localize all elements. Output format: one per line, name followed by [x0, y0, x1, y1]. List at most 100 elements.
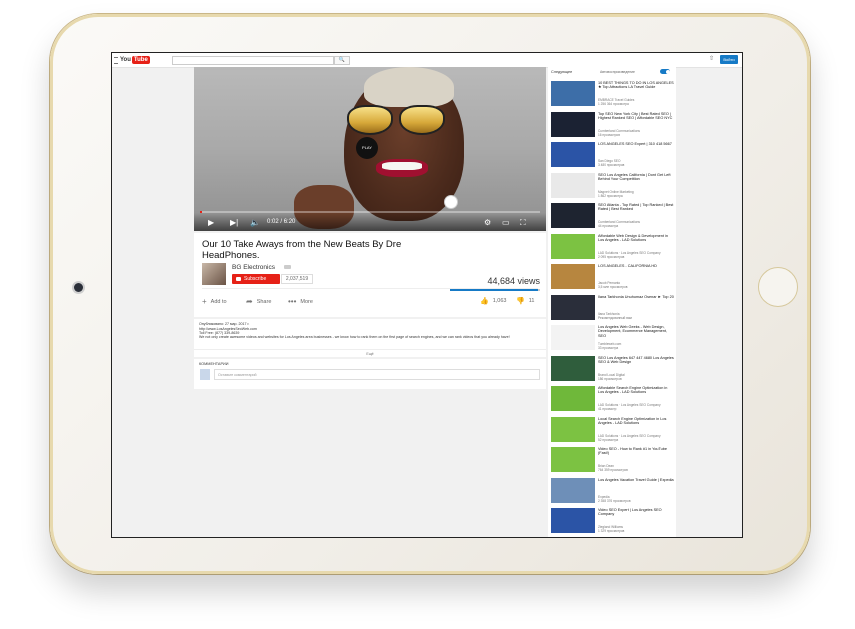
suggested-video-item[interactable]: Video SEO Expert | Los Angeles SEO Compa…	[551, 508, 673, 534]
video-player[interactable]: PLAY ▶ ▶| 🔈 0:02 / 6:20 ⚙ ▭ ⛶	[194, 67, 546, 231]
suggested-video-views: 33 просмотра	[598, 346, 619, 350]
logo-you: You	[120, 57, 131, 63]
suggested-video-title[interactable]: Top SEO New York City | Best Rated SEO |…	[598, 112, 674, 121]
suggested-video-item[interactable]: Ilana Tarkhonia Unuhumaz Osenar ► Top 20…	[551, 294, 674, 321]
video-thumbnail[interactable]	[551, 508, 595, 533]
home-button[interactable]	[758, 267, 798, 307]
video-thumbnail[interactable]	[551, 386, 595, 411]
published-date: Опубликовано: 27 мар. 2017 г.	[199, 322, 250, 326]
video-thumbnail[interactable]	[551, 81, 595, 106]
suggested-video-views: 3 480 просмотров	[598, 163, 625, 167]
suggested-video-item[interactable]: 10 BEST THINGS TO DO IN LOS ANGELES ★ To…	[551, 81, 674, 107]
comments-heading: КОММЕНТАРИИ	[199, 362, 229, 366]
suggested-video-item[interactable]: LOS ANGELES - CALIFORNIA HD Jacob Pemanto…	[551, 264, 673, 290]
duration: 6:20	[283, 219, 296, 225]
suggested-video-item[interactable]: Local Search Engine Optimization in Los …	[551, 416, 674, 443]
volume-icon[interactable]: 🔈	[250, 218, 260, 228]
search-input[interactable]	[172, 56, 334, 65]
fullscreen-icon[interactable]: ⛶	[520, 218, 526, 228]
video-thumbnail[interactable]	[551, 416, 595, 442]
suggested-video-views: 2 095 просмотров	[598, 254, 625, 259]
subscribe-button[interactable]: Subscribe	[232, 274, 280, 284]
show-more-button[interactable]: Ещё	[194, 349, 546, 356]
play-overlay-icon[interactable]: PLAY	[356, 137, 378, 159]
verified-icon	[284, 265, 291, 269]
video-frame-teeth	[382, 162, 422, 170]
screen: You Tube 🔍 ⇧ Войти PLAY ▶ ▶| 🔈 0:02 / 6:…	[111, 52, 743, 538]
youtube-logo[interactable]: You Tube	[120, 56, 150, 64]
suggested-video-item[interactable]: SEO Los Angeles 647 447 4680 Los Angeles…	[551, 355, 674, 382]
video-thumbnail[interactable]	[551, 355, 595, 381]
suggested-video-item[interactable]: LOS ANGELES SEO Expert | 310 418 5667 San…	[551, 142, 673, 168]
sign-in-button[interactable]: Войти	[720, 55, 738, 64]
suggested-video-title[interactable]: Los Angeles Web Geeks - Web Design, Deve…	[598, 325, 674, 338]
video-thumbnail[interactable]	[551, 142, 595, 167]
thumbs-down-icon: 👎	[516, 298, 525, 305]
suggested-video-title[interactable]: Video SEO - How to Rank #1 in YouTube (F…	[598, 447, 674, 456]
play-icon[interactable]: ▶	[208, 218, 214, 228]
video-thumbnail[interactable]	[551, 294, 595, 320]
channel-avatar[interactable]	[202, 263, 226, 285]
dislike-button[interactable]: 👎 11	[516, 297, 534, 305]
video-frame-earbud	[444, 195, 458, 209]
video-thumbnail[interactable]	[551, 111, 595, 137]
next-icon[interactable]: ▶|	[230, 218, 238, 228]
suggested-video-item[interactable]: SEO Los Angeles California | Dont Get Le…	[551, 172, 674, 199]
suggested-video-item[interactable]: Los Angeles Web Geeks - Web Design, Deve…	[551, 325, 673, 351]
suggested-video-title[interactable]: 10 BEST THINGS TO DO IN LOS ANGELES ★ To…	[598, 81, 674, 90]
suggested-video-views: 1 256 364 просмотра	[598, 102, 629, 106]
share-button[interactable]: ➦ Share	[246, 297, 271, 306]
theater-mode-icon[interactable]: ▭	[502, 218, 510, 228]
suggested-video-item[interactable]: Top SEO New York City | Best Rated SEO |…	[551, 111, 674, 138]
subscribe-label: Subscribe	[244, 276, 267, 282]
autoplay-toggle[interactable]	[660, 69, 670, 74]
share-icon: ➦	[246, 297, 253, 306]
thumbs-up-icon: 👍	[480, 298, 489, 305]
video-thumbnail[interactable]	[551, 233, 595, 259]
description: Опубликовано: 27 мар. 2017 г. http://www…	[194, 319, 546, 357]
up-next-heading: Следующее	[551, 70, 573, 74]
tablet-frame: You Tube 🔍 ⇧ Войти PLAY ▶ ▶| 🔈 0:02 / 6:…	[50, 14, 810, 574]
more-button[interactable]: ••• More	[288, 297, 313, 306]
suggested-video-item[interactable]: Affordable Web Design & Development in L…	[551, 233, 674, 260]
suggested-video-item[interactable]: Affordable Search Engine Optimization in…	[551, 386, 673, 412]
suggested-video-title[interactable]: Los Angeles Vacation Travel Guide | Expe…	[598, 478, 674, 482]
like-ratio-bar	[450, 289, 540, 291]
video-thumbnail[interactable]	[551, 172, 595, 198]
like-count: 1,063	[492, 298, 507, 304]
suggested-video-title[interactable]: SEO Los Angeles 647 447 4680 Los Angeles…	[598, 356, 674, 365]
video-thumbnail[interactable]	[551, 203, 595, 228]
suggested-video-title[interactable]: LOS ANGELES - CALIFORNIA HD	[598, 264, 674, 268]
youtube-play-icon	[236, 276, 241, 281]
suggested-video-item[interactable]: Video SEO - How to Rank #1 in YouTube (F…	[551, 447, 673, 473]
suggested-video-title[interactable]: Video SEO Expert | Los Angeles SEO Compa…	[598, 508, 674, 517]
suggested-video-title[interactable]: Affordable Search Engine Optimization in…	[598, 386, 674, 395]
suggested-video-title[interactable]: Affordable Web Design & Development in L…	[598, 234, 674, 243]
suggested-video-title[interactable]: LOS ANGELES SEO Expert | 310 418 5667	[598, 142, 674, 146]
progress-bar[interactable]	[200, 211, 540, 213]
suggested-video-title[interactable]: Local Search Engine Optimization in Los …	[598, 417, 674, 426]
video-thumbnail[interactable]	[551, 447, 595, 472]
more-label: More	[300, 298, 313, 305]
suggested-video-title[interactable]: Ilana Tarkhonia Unuhumaz Osenar ► Top 20	[598, 295, 674, 299]
suggested-video-views: 1 329 просмотров	[598, 529, 625, 533]
suggested-video-title[interactable]: SEO Los Angeles California | Dont Get Le…	[598, 173, 674, 182]
video-thumbnail[interactable]	[551, 477, 595, 503]
channel-name[interactable]: BG Electronics	[232, 264, 275, 271]
suggested-video-title[interactable]: SEO Atlanta - Top Rated | Top Ranked | B…	[598, 203, 674, 212]
menu-icon[interactable]	[114, 57, 118, 64]
video-thumbnail[interactable]	[551, 325, 595, 350]
like-button[interactable]: 👍 1,063	[480, 297, 506, 305]
video-info: Our 10 Take Aways from the New Beats By …	[194, 233, 546, 317]
comment-input[interactable]: Оставьте комментарий	[214, 369, 540, 380]
search-button[interactable]: 🔍	[334, 56, 350, 65]
more-dots-icon: •••	[288, 297, 297, 306]
video-thumbnail[interactable]	[551, 264, 595, 289]
camera-icon	[74, 283, 83, 292]
video-title: Our 10 Take Aways from the New Beats By …	[202, 239, 402, 261]
suggested-video-item[interactable]: SEO Atlanta - Top Rated | Top Ranked | B…	[551, 203, 673, 229]
settings-gear-icon[interactable]: ⚙	[484, 218, 491, 228]
upload-icon[interactable]: ⇧	[709, 56, 714, 62]
add-to-button[interactable]: + Add to	[202, 297, 227, 306]
suggested-video-item[interactable]: Los Angeles Vacation Travel Guide | Expe…	[551, 477, 674, 504]
